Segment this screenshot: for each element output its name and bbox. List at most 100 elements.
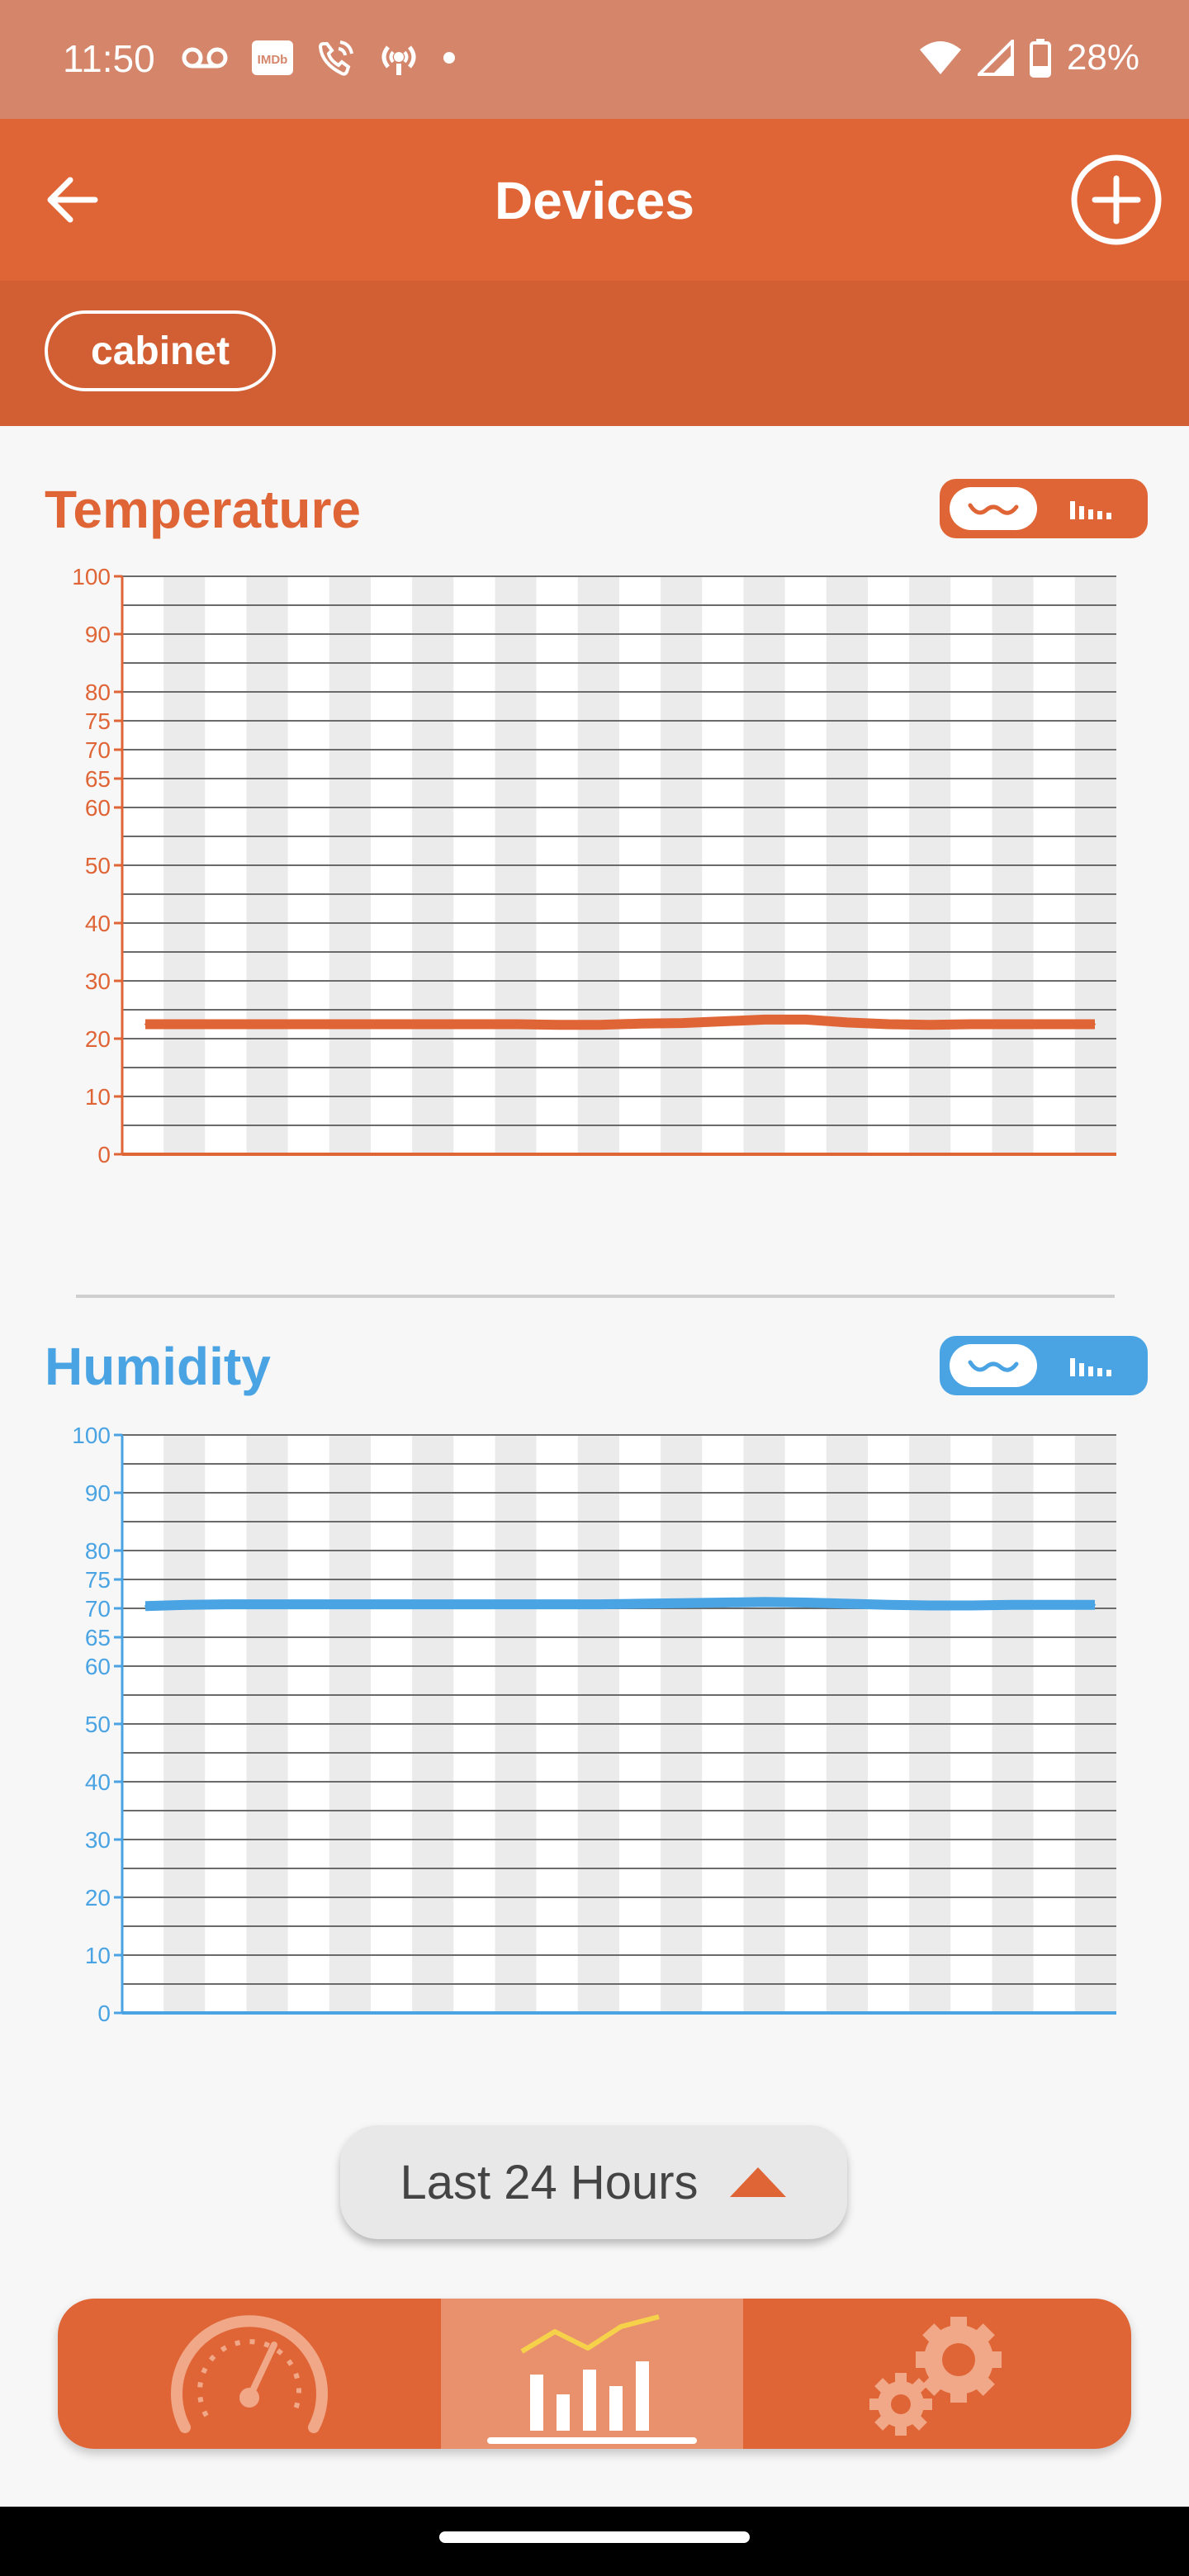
temperature-y-tick-label: 65 [85,766,111,792]
temperature-title: Temperature [45,480,361,539]
dot-icon [443,52,455,64]
temperature-y-tick-label: 90 [85,622,111,647]
temperature-data-point [1094,1023,1096,1025]
imdb-icon-text: IMDb [258,53,288,67]
humidity-data-point [970,1604,972,1607]
humidity-data-point [351,1603,353,1606]
wave-icon [968,503,1019,515]
temperature-data-point [268,1023,270,1025]
device-filter-bar: cabinet [0,281,1189,426]
battery-level: 28% [1066,37,1139,78]
temperature-data-point [516,1023,518,1025]
section-divider [76,1295,1115,1298]
active-tab-indicator [487,2437,697,2444]
device-chip-cabinet[interactable]: cabinet [45,310,277,391]
temperature-data-point [929,1024,931,1026]
temperature-data-point [392,1023,394,1025]
wifi-icon [919,41,961,74]
temperature-y-tick-label: 50 [85,853,111,878]
temperature-data-point [722,1020,724,1022]
system-indicators: 28% [918,33,1139,83]
temperature-y-tick-label: 80 [85,680,111,705]
humidity-data-point [557,1603,559,1606]
humidity-line-mode-button[interactable] [950,1344,1037,1387]
bar-chart-icon [1070,501,1111,519]
nav-settings[interactable] [743,2299,1131,2449]
humidity-y-tick-label: 80 [85,1538,111,1564]
add-device-button[interactable] [1068,152,1164,248]
temperature-y-tick-label: 0 [97,1142,111,1167]
temperature-y-tick-label: 10 [85,1084,111,1110]
humidity-y-tick-label: 0 [97,2001,111,2026]
humidity-y-tick-label: 40 [85,1769,111,1795]
humidity-title: Humidity [45,1337,271,1396]
temperature-data-point [970,1023,972,1025]
temperature-data-point [805,1018,807,1020]
humidity-data-point [227,1603,229,1606]
humidity-data-point [433,1603,435,1606]
humidity-data-point [888,1603,889,1606]
humidity-data-point [681,1602,683,1604]
system-navigation-bar [0,2507,1189,2576]
home-indicator[interactable] [439,2531,750,2543]
temperature-line-mode-button[interactable] [950,487,1037,530]
voicemail-icon [182,47,228,69]
humidity-data-point [929,1604,931,1607]
temperature-data-point [186,1023,187,1025]
temperature-data-point [144,1023,146,1025]
humidity-chart-type-toggle[interactable] [940,1336,1148,1395]
temperature-y-tick-label: 100 [72,564,111,590]
nav-charts[interactable] [441,2299,743,2449]
humidity-y-tick-label: 90 [85,1480,111,1506]
humidity-data-point [1094,1603,1096,1606]
bar-chart-icon [1070,1358,1111,1376]
humidity-data-point [475,1603,476,1606]
humidity-data-point [846,1603,848,1605]
temperature-series-line [145,1014,1095,1030]
temperature-data-point [310,1023,311,1025]
temperature-data-point [227,1023,229,1025]
humidity-y-tick-label: 50 [85,1712,111,1737]
temperature-y-tick-label: 70 [85,737,111,763]
temperature-bar-mode-button[interactable] [1054,487,1128,530]
page-title: Devices [495,171,694,230]
app-bar: Devices [0,119,1189,281]
battery-icon [1029,39,1051,78]
humidity-data-point [1053,1603,1054,1606]
temperature-y-tick-label: 60 [85,795,111,821]
temperature-data-point [475,1023,476,1025]
humidity-y-tick-label: 65 [85,1625,111,1650]
temperature-data-point [433,1023,435,1025]
temperature-y-tick-label: 40 [85,911,111,936]
humidity-y-tick-label: 60 [85,1654,111,1679]
chart-nav-icon [520,2314,660,2431]
notification-icons: IMDb [182,33,456,83]
gears-icon [869,2317,1002,2436]
humidity-bar-mode-button[interactable] [1054,1344,1128,1387]
podcast-icon [381,45,416,75]
humidity-data-point [1011,1603,1013,1606]
nav-dashboard[interactable] [58,2299,441,2449]
plus-circle-icon [1071,154,1162,245]
temperature-y-tick-label: 20 [85,1026,111,1052]
status-time: 11:50 [63,37,155,80]
time-range-selector[interactable]: Last 24 Hours [340,2125,847,2239]
imdb-icon: IMDb [252,40,293,75]
temperature-y-tick-label: 75 [85,708,111,734]
humidity-data-point [722,1602,724,1603]
humidity-y-tick-label: 70 [85,1596,111,1622]
temperature-chart-type-toggle[interactable] [940,479,1148,538]
temperature-y-tick-label: 30 [85,968,111,994]
humidity-series-line [144,1597,1095,1612]
humidity-data-point [268,1603,270,1606]
humidity-data-point [805,1602,807,1603]
temperature-data-point [1053,1023,1054,1025]
humidity-data-point [640,1603,642,1605]
humidity-y-tick-label: 10 [85,1943,111,1968]
humidity-data-point [186,1603,187,1606]
temperature-data-point [640,1022,642,1025]
humidity-chart: 0 10 20 30 40 50 60 65 70 75 80 90 100 [72,1423,1116,2026]
wave-icon [968,1360,1019,1372]
temperature-data-point [1011,1023,1013,1025]
temperature-data-point [764,1018,765,1020]
